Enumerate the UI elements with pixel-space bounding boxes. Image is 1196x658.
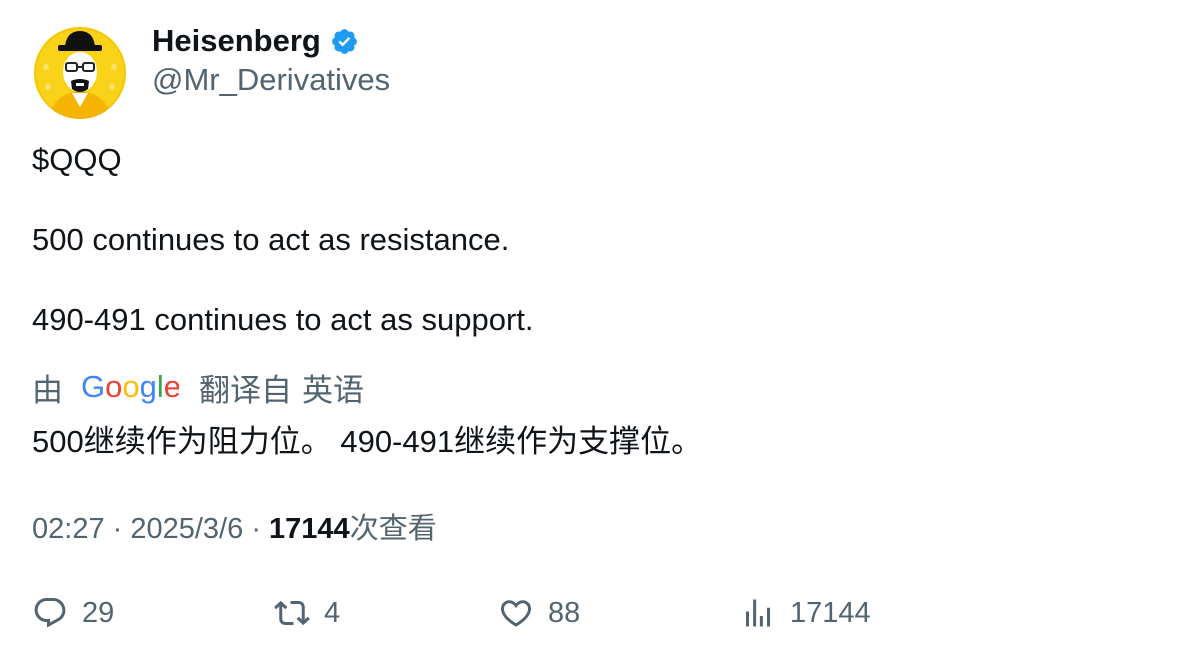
heart-icon — [500, 600, 532, 627]
verified-badge-icon — [330, 27, 359, 56]
translated-from-label: 翻译自 — [199, 372, 292, 408]
retweet-icon — [274, 600, 310, 626]
heisenberg-avatar — [34, 27, 126, 119]
like-count: 88 — [548, 596, 581, 629]
views-label: 次查看 — [349, 513, 437, 545]
google-logo: Google — [81, 369, 179, 405]
views-count: 17144 — [269, 513, 350, 545]
tweet-cashtag-line: $QQQ — [32, 142, 122, 178]
translated-text: 500继续作为阻力位。 490-491继续作为支撑位。 — [32, 424, 703, 459]
tweet-date[interactable]: 2025/3/6 — [130, 513, 243, 545]
cashtag-link[interactable]: $QQQ — [32, 142, 122, 177]
meta-separator: · — [251, 513, 270, 545]
like-button[interactable]: 88 — [498, 588, 580, 638]
meta-separator: · — [112, 513, 131, 545]
views-action-count: 17144 — [790, 596, 871, 629]
translation-attribution: 由 Google 翻译自 英语 — [32, 366, 364, 408]
reply-icon — [34, 598, 66, 628]
source-language-link[interactable]: 英语 — [302, 365, 364, 410]
translated-by-label: 由 — [32, 372, 63, 408]
views-button[interactable]: 17144 — [740, 588, 871, 638]
svg-text:Google: Google — [81, 369, 179, 404]
analytics-icon — [746, 599, 770, 627]
name-row: Heisenberg — [152, 21, 359, 61]
tweet-text-line-2: 490-491 continues to act as support. — [32, 302, 534, 337]
action-bar: 29 4 88 17144 — [0, 588, 1196, 638]
tweet-meta: 02:27 · 2025/3/6 · 17144次查看 — [32, 505, 437, 547]
reply-count: 29 — [82, 596, 115, 629]
retweet-button[interactable]: 4 — [274, 588, 340, 638]
avatar[interactable] — [34, 27, 126, 119]
tweet-text-line-1: 500 continues to act as resistance. — [32, 222, 510, 257]
display-name[interactable]: Heisenberg — [152, 23, 321, 59]
retweet-count: 4 — [324, 596, 341, 629]
reply-button[interactable]: 29 — [32, 588, 114, 638]
user-handle[interactable]: @Mr_Derivatives — [152, 62, 390, 98]
tweet-time[interactable]: 02:27 — [32, 513, 105, 545]
